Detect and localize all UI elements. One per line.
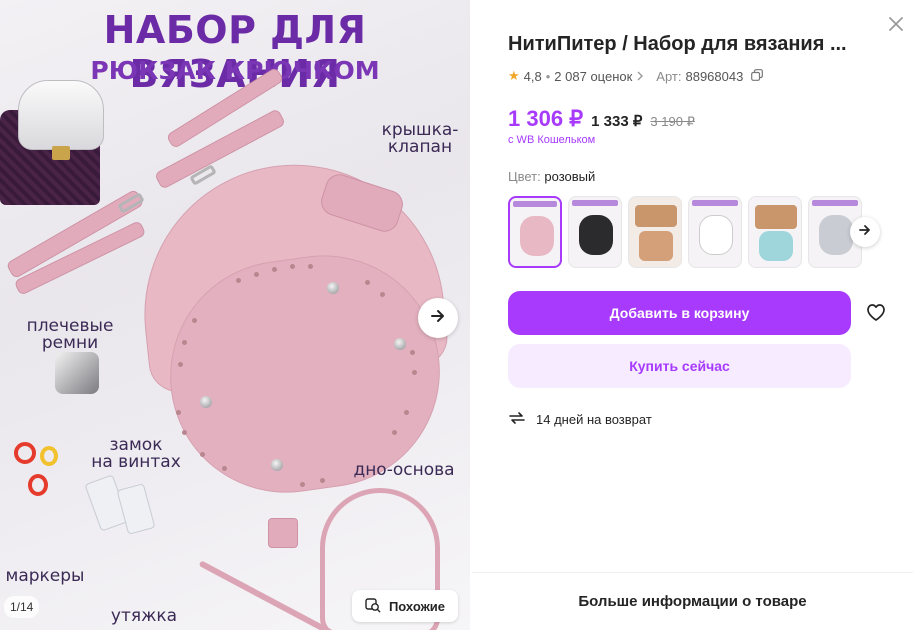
plastic-clip bbox=[116, 483, 156, 535]
return-policy-text: 14 дней на возврат bbox=[536, 412, 652, 427]
callout-lock: замок на винтах bbox=[91, 435, 181, 472]
product-gallery[interactable]: НАБОР ДЛЯ ВЯЗАНИЯ РЮКЗАК КРЮЧКОМ крышка-… bbox=[0, 0, 470, 630]
rating-value: 4,8 bbox=[523, 68, 542, 84]
color-row: Цвет: розовый bbox=[508, 169, 595, 184]
reviews-link[interactable]: 2 087 оценок bbox=[554, 69, 632, 84]
product-modal: НАБОР ДЛЯ ВЯЗАНИЯ РЮКЗАК КРЮЧКОМ крышка-… bbox=[0, 0, 913, 630]
copy-icon[interactable] bbox=[751, 68, 764, 84]
callout-markers: маркеры bbox=[5, 566, 85, 586]
callout-drawstring: утяжка bbox=[110, 606, 178, 626]
stitch-marker bbox=[40, 446, 58, 466]
rating-row: ★ 4,8 • 2 087 оценок Арт: 88968043 bbox=[508, 68, 764, 84]
callout-bottom: дно-основа bbox=[353, 460, 455, 480]
article-label: Арт: bbox=[656, 68, 682, 84]
return-icon bbox=[508, 410, 526, 429]
backpack-image bbox=[0, 80, 105, 205]
price-row: 1 306 ₽ 1 333 ₽ 3 190 ₽ bbox=[508, 106, 695, 132]
thumbnails-next-button[interactable] bbox=[850, 217, 880, 247]
color-value: розовый bbox=[544, 169, 596, 184]
rivet bbox=[200, 396, 212, 408]
arrow-right-icon bbox=[858, 223, 872, 242]
thumbnail[interactable] bbox=[568, 196, 622, 268]
thumbnail[interactable] bbox=[628, 196, 682, 268]
rivet bbox=[271, 459, 283, 471]
similar-search-icon bbox=[365, 597, 381, 616]
add-to-cart-button[interactable]: Добавить в корзину bbox=[508, 291, 851, 335]
rivet bbox=[394, 338, 406, 350]
wallet-note: с WB Кошельком bbox=[508, 134, 596, 146]
rivet bbox=[327, 282, 339, 294]
close-icon bbox=[888, 16, 904, 37]
star-icon: ★ bbox=[508, 68, 520, 83]
lock-hardware bbox=[55, 352, 99, 394]
more-info-button[interactable]: Больше информации о товаре bbox=[472, 572, 913, 630]
heart-icon bbox=[865, 302, 887, 327]
color-label: Цвет: bbox=[508, 169, 541, 184]
gallery-counter: 1/14 bbox=[4, 596, 40, 618]
callout-straps: плечевые ремни bbox=[26, 316, 114, 353]
thumbnail[interactable] bbox=[508, 196, 562, 268]
thumbnail[interactable] bbox=[688, 196, 742, 268]
arrow-right-icon bbox=[429, 307, 447, 330]
color-thumbnails bbox=[508, 196, 868, 268]
return-policy: 14 дней на возврат bbox=[508, 410, 652, 429]
similar-button[interactable]: Похожие bbox=[352, 590, 458, 622]
buy-now-button[interactable]: Купить сейчас bbox=[508, 344, 851, 388]
close-button[interactable] bbox=[886, 16, 906, 36]
similar-label: Похожие bbox=[388, 598, 446, 614]
callout-lid: крышка- клапан bbox=[381, 120, 459, 157]
separator-dot: • bbox=[545, 68, 551, 84]
favorite-button[interactable] bbox=[864, 302, 888, 326]
chevron-right-icon bbox=[636, 69, 644, 84]
stitch-marker bbox=[14, 442, 36, 464]
thumbnail[interactable] bbox=[748, 196, 802, 268]
article-number: 88968043 bbox=[685, 68, 744, 84]
wallet-price: 1 306 ₽ bbox=[508, 106, 584, 131]
gallery-next-button[interactable] bbox=[418, 298, 458, 338]
old-price: 3 190 ₽ bbox=[650, 114, 695, 129]
product-title: НитиПитер / Набор для вязания ... bbox=[508, 33, 847, 55]
stitch-marker bbox=[28, 474, 48, 496]
drawstring-tab bbox=[268, 518, 298, 548]
regular-price: 1 333 ₽ bbox=[591, 113, 643, 130]
